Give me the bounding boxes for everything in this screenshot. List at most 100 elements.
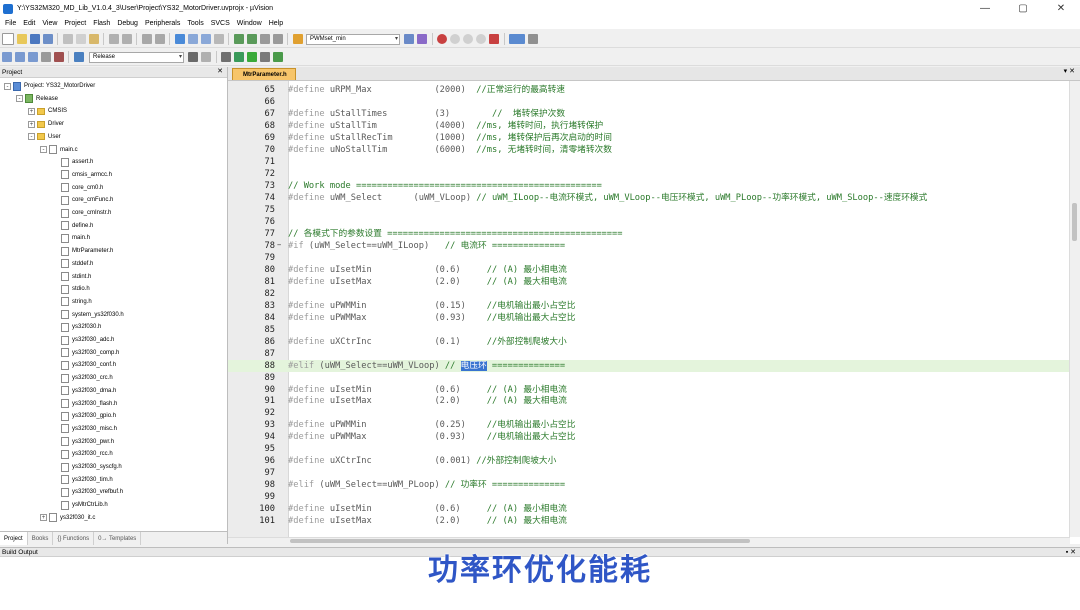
clear-bookmarks-icon[interactable] (213, 34, 224, 44)
window-layout-icon[interactable] (509, 34, 525, 44)
menu-debug[interactable]: Debug (117, 20, 138, 27)
menu-flash[interactable]: Flash (93, 20, 110, 27)
code-line[interactable]: 88 #elif (uWM_Select==uWM_VLoop) // 电压环 =… (228, 359, 1070, 372)
tree-item[interactable]: + Driver (28, 118, 64, 130)
menu-window[interactable]: Window (237, 20, 262, 27)
collapse-icon[interactable]: - (4, 82, 11, 90)
vertical-scrollbar[interactable] (1069, 81, 1080, 537)
code-line[interactable]: 73 // Work mode =========================… (228, 180, 1070, 192)
code-line[interactable]: 98 #elif (uWM_Select==uWM_PLoop) // 功率环 =… (228, 479, 1070, 491)
tree-item[interactable]: core_cmFunc.h (52, 194, 113, 206)
collapse-icon[interactable]: - (40, 146, 47, 153)
tree-item[interactable]: core_cm0.h (52, 182, 103, 194)
close-icon[interactable]: ✕ (1042, 0, 1080, 17)
breakpoint-icon[interactable] (450, 34, 460, 44)
code-line[interactable]: 86 #define uXCtrInc (0.1) //外部控制爬坡大小 (228, 336, 1070, 348)
code-line[interactable]: 72 (228, 168, 1070, 180)
tree-item[interactable]: - User (28, 131, 61, 143)
expand-icon[interactable]: + (28, 107, 35, 115)
editor-file-tab[interactable]: MtrParameter.h (232, 68, 296, 80)
save-icon[interactable] (29, 34, 40, 44)
menu-help[interactable]: Help (269, 20, 283, 27)
build-icon[interactable] (14, 52, 25, 62)
tree-item[interactable]: stdint.h (52, 271, 91, 283)
tree-item[interactable]: ys32f030_rcc.h (52, 448, 113, 460)
tree-item[interactable]: ys32f030_syscfg.h (52, 461, 122, 473)
code-line[interactable]: 78− #if (uWM_Select==uWM_ILoop) // 电流环 ==… (228, 240, 1070, 252)
find-icon[interactable] (404, 34, 414, 44)
minimize-icon[interactable]: — (966, 0, 1004, 17)
code-line[interactable]: 68 #define uStallTim (4000) //ms, 堵转时间，执行… (228, 120, 1070, 132)
panel-tab-2[interactable]: {} Functions (53, 532, 95, 545)
code-line[interactable]: 93 #define uPWMMin (0.25) //电机输出最小占空比 (228, 419, 1070, 431)
debug-session-icon[interactable] (437, 34, 447, 44)
tree-item[interactable]: - main.c (40, 144, 78, 156)
rte-icon[interactable] (260, 52, 270, 62)
chevron-down-icon[interactable]: ▾ (395, 35, 398, 42)
tree-item[interactable]: ys32f030_pwr.h (52, 436, 114, 448)
tree-item[interactable]: ysMtrCtrLib.h (52, 499, 108, 511)
chevron-down-icon[interactable]: ▾ (179, 53, 182, 60)
find-in-files-icon[interactable] (292, 34, 303, 44)
tree-item[interactable]: ys32f030_flash.h (52, 398, 117, 410)
paste-icon[interactable] (88, 34, 99, 44)
disable-all-breakpoints-icon[interactable] (476, 34, 486, 44)
code-line[interactable]: 77 // 各模式下的参数设置 =========================… (228, 228, 1070, 240)
tree-item[interactable]: - Release (16, 93, 58, 105)
bookmark-icon[interactable] (174, 34, 185, 44)
horizontal-scroll-thumb[interactable] (290, 539, 750, 543)
code-line[interactable]: 95 (228, 443, 1070, 455)
incremental-find-icon[interactable] (417, 34, 427, 44)
code-line[interactable]: 100 #define uIsetMin (0.6) // (A) 最小相电流 (228, 503, 1070, 515)
tab-list-close-icon[interactable]: ▾ ✕ (1064, 67, 1075, 75)
tree-item[interactable]: MtrParameter.h (52, 245, 113, 257)
tree-item[interactable]: + ys32f030_it.c (40, 512, 95, 524)
tree-item[interactable]: ys32f030_adc.h (52, 334, 114, 346)
code-line[interactable]: 82 (228, 288, 1070, 300)
find-combo[interactable]: PWMset_min ▾ (306, 33, 400, 45)
code-line[interactable]: 76 (228, 216, 1070, 228)
open-file-icon[interactable] (16, 34, 27, 44)
tree-item[interactable]: ys32f030_misc.h (52, 423, 117, 435)
code-line[interactable]: 89 (228, 372, 1070, 384)
code-line[interactable]: 79 (228, 252, 1070, 264)
tree-item[interactable]: ys32f030_conf.h (52, 359, 116, 371)
code-line[interactable]: 91 #define uIsetMax (2.0) // (A) 最大相电流 (228, 395, 1070, 407)
code-line[interactable]: 71 (228, 156, 1070, 168)
kill-breakpoints-icon[interactable] (489, 34, 499, 44)
tree-item[interactable]: + CMSIS (28, 105, 67, 117)
code-line[interactable]: 85 (228, 324, 1070, 336)
code-line[interactable]: 80 #define uIsetMin (0.6) // (A) 最小相电流 (228, 264, 1070, 276)
target-options-icon[interactable] (188, 52, 198, 62)
maximize-icon[interactable]: ▢ (1004, 0, 1042, 17)
save-all-icon[interactable] (42, 34, 53, 44)
manage-project-items-icon[interactable] (221, 52, 231, 62)
code-line[interactable]: 87 (228, 348, 1070, 360)
uncomment-icon[interactable] (272, 34, 283, 44)
redo-icon[interactable] (121, 34, 132, 44)
tree-item[interactable]: stdio.h (52, 283, 90, 295)
code-line[interactable]: 69 #define uStallRecTim (1000) //ms, 堵转保护… (228, 132, 1070, 144)
indent-icon[interactable] (233, 34, 244, 44)
menu-peripherals[interactable]: Peripherals (145, 20, 180, 27)
cut-icon[interactable] (62, 34, 73, 44)
tree-item[interactable]: ys32f030.h (52, 321, 101, 333)
vertical-scroll-thumb[interactable] (1072, 203, 1077, 241)
code-view[interactable]: 65 #define uRPM_Max (2000) //正常运行的最高转速 66 6… (228, 81, 1070, 537)
code-line[interactable]: 94 #define uPWMMax (0.93) //电机输出最大占空比 (228, 431, 1070, 443)
panel-tab-3[interactable]: 0→ Templates (94, 532, 142, 545)
menu-svcs[interactable]: SVCS (211, 20, 230, 27)
prev-bookmark-icon[interactable] (187, 34, 198, 44)
code-line[interactable]: 74 #define uWM_Select (uWM_VLoop) // uWM_… (228, 192, 1070, 204)
expand-icon[interactable]: + (40, 514, 47, 522)
download-icon[interactable] (73, 52, 84, 62)
new-file-icon[interactable] (1, 33, 14, 45)
menu-project[interactable]: Project (64, 20, 86, 27)
tree-item[interactable]: string.h (52, 296, 92, 308)
tree-item[interactable]: ys32f030_tim.h (52, 474, 113, 486)
unindent-icon[interactable] (246, 34, 257, 44)
code-line[interactable]: 97 (228, 467, 1070, 479)
tree-item[interactable]: stddef.h (52, 258, 93, 270)
code-line[interactable]: 66 (228, 96, 1070, 108)
code-line[interactable]: 75 (228, 204, 1070, 216)
